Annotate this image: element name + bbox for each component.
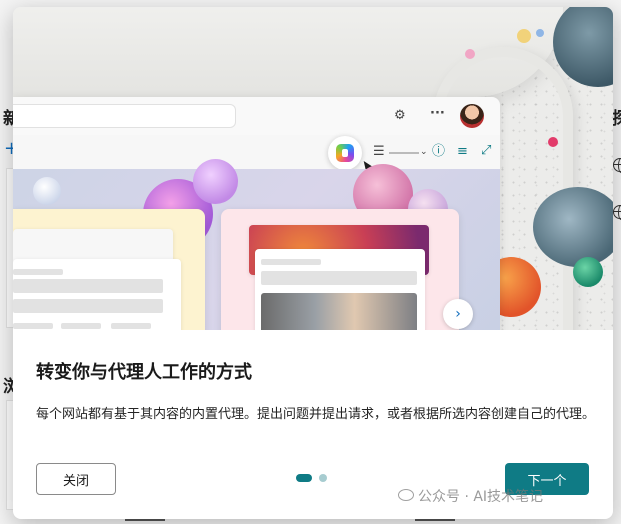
globe-icon	[613, 205, 621, 220]
list-icon: ☰	[373, 144, 385, 159]
decor-dot	[548, 137, 558, 147]
text-placeholder	[13, 299, 163, 313]
sidebar-toolbar: ☰ ⌄ ⓘ ≡ ⤢	[13, 135, 500, 169]
text-placeholder	[261, 271, 417, 285]
text-placeholder	[61, 323, 101, 329]
decor-sphere	[33, 177, 61, 205]
preview-card	[221, 209, 459, 330]
onboarding-dialog: ⚙ ··· ☰ ⌄ ⓘ ≡ ⤢ › 转变你与代理人工作的方式 每个网站都有基于其…	[13, 7, 613, 519]
text-placeholder	[13, 269, 63, 275]
globe-icon	[613, 158, 621, 173]
avatar	[460, 104, 484, 128]
background-heading-char-right: 探	[612, 109, 621, 129]
chevron-right-icon: ›	[443, 299, 473, 329]
toolbar-slider	[389, 152, 419, 154]
text-placeholder	[13, 279, 163, 293]
dialog-title: 转变你与代理人工作的方式	[36, 362, 252, 383]
web-page-preview: ›	[13, 159, 500, 330]
decor-sphere	[573, 257, 603, 287]
expand-icon: ⤢	[481, 143, 492, 158]
ellipsis-icon: ···	[430, 106, 445, 121]
background-divider	[125, 519, 165, 521]
card-content	[13, 259, 181, 330]
hero-illustration: ⚙ ··· ☰ ⌄ ⓘ ≡ ⤢ ›	[13, 7, 613, 330]
close-button[interactable]: 关闭	[36, 463, 116, 495]
dialog-description: 每个网站都有基于其内容的内置代理。提出问题并提出请求，或者根据所选内容创建自己的…	[36, 407, 596, 422]
pager-dot-active[interactable]	[296, 474, 312, 482]
watermark-text: 公众号 · AI技术笔记	[418, 489, 544, 505]
decor-dot	[465, 49, 475, 59]
background-divider	[415, 519, 455, 521]
browser-mockup: ⚙ ··· ☰ ⌄ ⓘ ≡ ⤢ ›	[13, 97, 500, 330]
decor-dot	[536, 29, 544, 37]
wechat-icon	[398, 489, 414, 501]
pager-dot[interactable]	[319, 474, 327, 482]
photo-thumbnail	[261, 293, 417, 330]
gear-icon: ⚙	[394, 108, 406, 123]
preview-card	[13, 209, 205, 330]
address-bar	[13, 104, 236, 128]
decor-sphere	[193, 159, 238, 204]
decor-dot	[517, 29, 531, 43]
text-placeholder	[261, 259, 321, 265]
chevron-down-icon: ⌄	[420, 147, 428, 157]
text-placeholder	[111, 323, 151, 329]
decor-blob	[533, 187, 613, 267]
info-icon: ⓘ	[432, 144, 446, 159]
decor-blob	[553, 7, 613, 87]
card-content	[255, 249, 425, 330]
filter-icon: ≡	[457, 144, 468, 159]
copilot-logo-icon	[336, 144, 354, 162]
text-placeholder	[13, 323, 53, 329]
